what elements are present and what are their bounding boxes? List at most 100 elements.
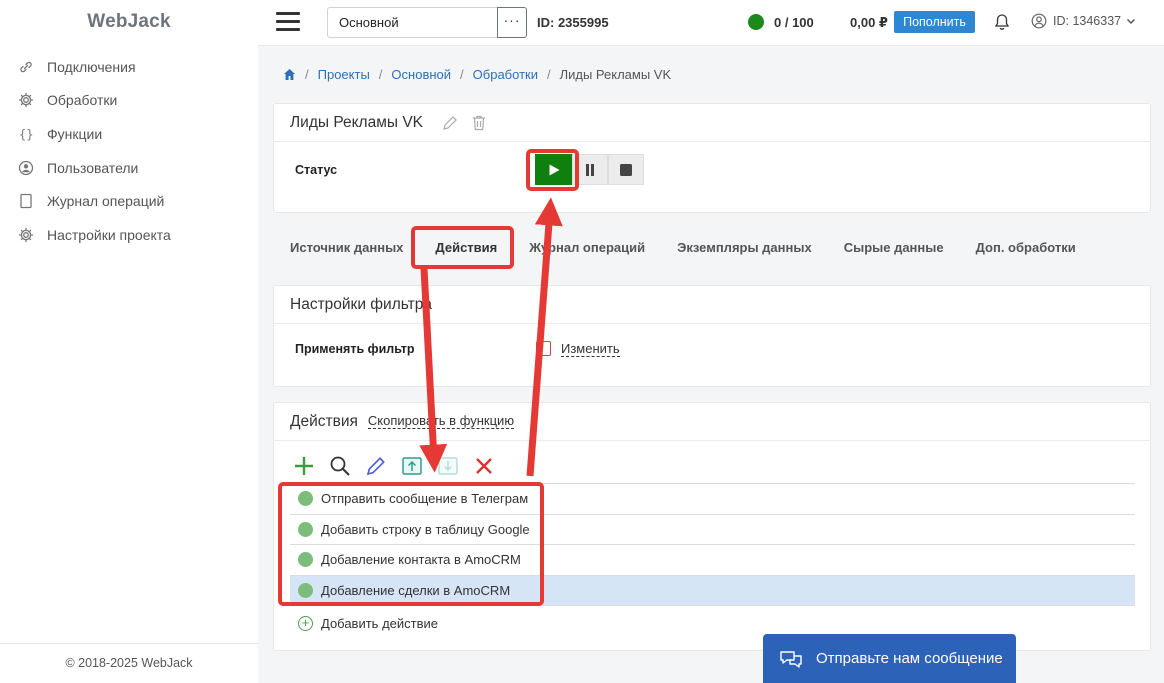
- search-icon: [330, 456, 350, 476]
- list-item[interactable]: Добавление контакта в AmoCRM: [290, 545, 1135, 576]
- tab-data-instances[interactable]: Экземпляры данных: [661, 230, 828, 264]
- sidebar-item-processings[interactable]: Обработки: [0, 84, 258, 118]
- sidebar-item-connections[interactable]: Подключения: [0, 50, 258, 84]
- move-down-button[interactable]: [436, 454, 460, 478]
- chat-widget[interactable]: Отправьте нам сообщение: [763, 634, 1016, 683]
- tab-actions[interactable]: Действия: [419, 230, 513, 264]
- bell-icon[interactable]: [994, 13, 1010, 31]
- chevron-down-icon: [1127, 18, 1136, 25]
- play-icon: [549, 164, 559, 175]
- app-logo[interactable]: WebJack: [0, 0, 258, 44]
- list-item[interactable]: Добавить строку в таблицу Google: [290, 515, 1135, 545]
- journal-icon: [20, 194, 32, 209]
- usage-counter: 0 / 100: [774, 15, 814, 30]
- project-more-button[interactable]: ···: [497, 7, 527, 38]
- tabs: Источник данных Действия Журнал операций…: [274, 230, 1092, 264]
- pencil-icon: [366, 457, 385, 476]
- gear-icon: [18, 93, 34, 108]
- trash-icon[interactable]: [471, 114, 487, 132]
- project-select[interactable]: Основной: [327, 7, 497, 38]
- sidebar-item-label: Настройки проекта: [47, 226, 171, 243]
- actions-title: Действия: [290, 412, 358, 430]
- status-dot-icon: [748, 14, 764, 30]
- processing-card: Лиды Рекламы VK Статус: [273, 103, 1151, 213]
- action-name: Отправить сообщение в Телеграм: [321, 491, 529, 507]
- breadcrumb-current: Лиды Рекламы VK: [559, 67, 672, 82]
- actions-toolbar: [292, 454, 508, 478]
- sidebar-item-label: Подключения: [47, 58, 136, 75]
- search-action-button[interactable]: [328, 454, 352, 478]
- top-header: Основной ··· ID: 2355995 0 / 100 0,00 ₽ …: [258, 0, 1164, 46]
- sidebar-item-project-settings[interactable]: Настройки проекта: [0, 218, 258, 252]
- status-dot-icon: [298, 521, 313, 537]
- breadcrumb-processings[interactable]: Обработки: [473, 67, 538, 82]
- actions-card: Действия Скопировать в функцию Отправить…: [273, 402, 1151, 651]
- filter-title: Настройки фильтра: [290, 295, 432, 313]
- add-action-button[interactable]: [292, 454, 316, 478]
- play-button[interactable]: [535, 154, 572, 185]
- status-dot-icon: [298, 491, 313, 507]
- user-menu[interactable]: ID: 1346337: [1031, 13, 1143, 29]
- tab-data-source[interactable]: Источник данных: [274, 230, 419, 264]
- svg-text:{}: {}: [19, 127, 33, 141]
- plus-icon: [295, 457, 313, 475]
- sidebar-item-users[interactable]: Пользователи: [0, 151, 258, 185]
- user-circle-icon: [18, 160, 34, 175]
- gear-icon: [18, 227, 34, 242]
- status-label: Статус: [295, 163, 338, 177]
- tab-extra-processing[interactable]: Доп. обработки: [960, 230, 1092, 264]
- arrow-down-icon: [438, 457, 458, 475]
- breadcrumb-projects[interactable]: Проекты: [318, 67, 370, 82]
- breadcrumb-main[interactable]: Основной: [391, 67, 451, 82]
- actions-list: Отправить сообщение в Телеграм Добавить …: [290, 483, 1135, 606]
- pause-icon: [586, 163, 594, 176]
- stop-icon: [620, 163, 632, 176]
- sidebar: WebJack Подключения Обработки {} Функции…: [0, 0, 258, 683]
- pencil-icon[interactable]: [441, 114, 459, 132]
- sidebar-item-journal[interactable]: Журнал операций: [0, 184, 258, 218]
- plus-circle-icon: +: [298, 616, 313, 631]
- action-name: Добавление сделки в AmoCRM: [321, 582, 511, 598]
- status-controls: [535, 154, 644, 185]
- breadcrumb: / Проекты / Основной / Обработки / Лиды …: [283, 67, 671, 82]
- processing-card-header: Лиды Рекламы VK: [274, 104, 1150, 142]
- user-circle-icon: [1031, 13, 1047, 29]
- actions-card-header: Действия Скопировать в функцию: [274, 403, 1150, 441]
- list-item[interactable]: Добавление сделки в AmoCRM: [290, 575, 1135, 606]
- link-icon: [20, 61, 32, 72]
- tab-raw-data[interactable]: Сырые данные: [828, 230, 960, 264]
- action-name: Добавить строку в таблицу Google: [321, 521, 530, 537]
- arrow-up-icon: [402, 457, 422, 475]
- braces-icon: {}: [19, 127, 33, 141]
- apply-filter-checkbox[interactable]: [536, 341, 551, 356]
- sidebar-item-functions[interactable]: {} Функции: [0, 117, 258, 151]
- menu-toggle-icon[interactable]: [276, 12, 300, 32]
- copy-to-function-link[interactable]: Скопировать в функцию: [367, 414, 515, 429]
- home-icon[interactable]: [283, 68, 296, 81]
- chat-icon: [780, 650, 802, 668]
- balance: 0,00 ₽: [850, 15, 888, 30]
- tab-journal[interactable]: Журнал операций: [513, 230, 661, 264]
- sidebar-nav: Подключения Обработки {} Функции Пользов…: [0, 50, 258, 252]
- add-action-label: Добавить действие: [321, 616, 438, 631]
- page-title: Лиды Рекламы VK: [290, 113, 423, 131]
- apply-filter-label: Применять фильтр: [295, 342, 415, 356]
- filter-card-header: Настройки фильтра: [274, 286, 1150, 324]
- filter-card: Настройки фильтра Применять фильтр Измен…: [273, 285, 1151, 387]
- add-action-link[interactable]: + Добавить действие: [298, 616, 438, 631]
- chat-label: Отправьте нам сообщение: [816, 650, 1003, 667]
- pause-button[interactable]: [572, 154, 608, 185]
- project-id: ID: 2355995: [537, 15, 609, 30]
- sidebar-item-label: Обработки: [47, 92, 118, 109]
- status-dot-icon: [298, 582, 313, 598]
- topup-button[interactable]: Пополнить: [894, 11, 975, 33]
- edit-action-button[interactable]: [364, 454, 388, 478]
- move-up-button[interactable]: [400, 454, 424, 478]
- list-item[interactable]: Отправить сообщение в Телеграм: [290, 484, 1135, 515]
- delete-action-button[interactable]: [472, 454, 496, 478]
- filter-edit-link[interactable]: Изменить: [561, 342, 620, 357]
- sidebar-item-label: Пользователи: [47, 159, 139, 176]
- sidebar-item-label: Функции: [47, 125, 103, 142]
- action-name: Добавление контакта в AmoCRM: [321, 552, 521, 568]
- stop-button[interactable]: [608, 154, 644, 185]
